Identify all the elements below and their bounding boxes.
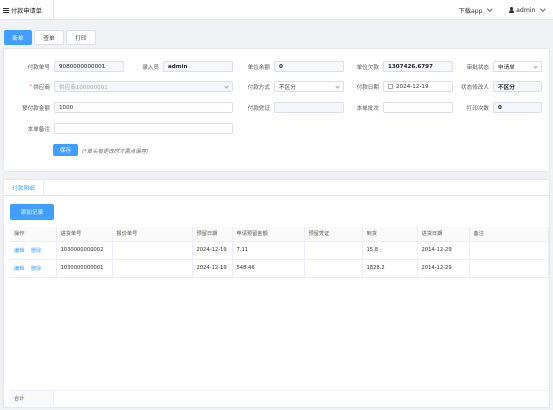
- review-button[interactable]: 查单: [34, 30, 64, 45]
- row-actions: 编辑 删除: [10, 259, 57, 278]
- cell-arrival: 1828.2: [362, 259, 418, 278]
- user-name: admin: [516, 6, 536, 14]
- col-header-purchase-date: 进货日期: [417, 227, 470, 242]
- details-table: 操作 进货单号 报价单号 预留日期 申请预留金额 预留凭证 到货 进货日期 备注…: [10, 227, 549, 278]
- batch-label: 本单批次: [356, 105, 379, 112]
- delete-link[interactable]: 删除: [31, 248, 41, 254]
- cell-reserve-date: 2024-12-19: [192, 241, 233, 260]
- pay-date-label: 付款日期: [356, 84, 379, 91]
- cell-amount: 7.11: [232, 241, 305, 260]
- print-count-label: 打印次数: [466, 105, 489, 112]
- col-header-note: 备注: [469, 227, 549, 242]
- save-note: (*单头有更改时才需点保存): [82, 149, 149, 155]
- top-bar: 付款申请单 下载app admin: [0, 0, 553, 20]
- cell-quote-no: [112, 241, 193, 260]
- cell-voucher: [304, 241, 363, 260]
- pay-method-select[interactable]: 不区分: [274, 81, 344, 92]
- download-app-label: 下载app: [458, 7, 483, 15]
- chevron-down-icon: [486, 6, 492, 12]
- table-row: 编辑 删除 1030000000002 2024-12-19 7.11 15.8…: [10, 241, 549, 260]
- summary-label: 合计: [10, 390, 54, 405]
- supplier-label: * 供应商: [8, 81, 50, 92]
- cell-purchase-date: 2014-12-29: [417, 241, 470, 260]
- menu-icon[interactable]: [3, 7, 9, 13]
- tab-payment-details[interactable]: 付款明细: [4, 180, 44, 195]
- chevron-down-icon: [533, 64, 538, 69]
- table-header-row: 操作 进货单号 报价单号 预留日期 申请预留金额 预留凭证 到货 进货日期 备注: [10, 227, 549, 242]
- new-button[interactable]: 新单: [4, 30, 32, 45]
- tab-payment-request[interactable]: 付款申请单: [0, 0, 54, 20]
- chevron-down-icon: [224, 84, 229, 89]
- prepay-amount-label: 预付款金额: [22, 105, 50, 112]
- tab-divider: [4, 195, 549, 196]
- col-header-voucher: 预留凭证: [304, 227, 363, 242]
- remark-label: 本单备注: [27, 126, 50, 133]
- pay-method-value: 不区分: [279, 84, 296, 91]
- payment-no-label: 付款单号: [27, 64, 50, 71]
- cell-purchase-date: 2014-12-29: [417, 259, 470, 278]
- row-actions: 编辑 删除: [10, 241, 57, 260]
- delete-link[interactable]: 删除: [31, 266, 41, 272]
- unit-due-label: 单位欠款: [356, 64, 379, 71]
- cell-purchase-no: 1030000000002: [56, 241, 113, 260]
- payment-no-field: 9080000000001: [54, 61, 124, 72]
- unit-due-field: 1307426.6797: [383, 61, 453, 72]
- pay-voucher-field: [274, 102, 344, 113]
- supplier-placeholder: 供应商100000001: [59, 84, 108, 91]
- summary-divider: [10, 390, 548, 391]
- required-mark: *: [29, 83, 33, 90]
- cell-quote-no: [112, 259, 193, 278]
- chevron-down-icon: [539, 6, 545, 12]
- remark-input[interactable]: [54, 123, 233, 134]
- prepay-amount-input[interactable]: 1000: [54, 102, 233, 113]
- print-button[interactable]: 打印: [66, 30, 96, 45]
- cell-purchase-no: 1030000000001: [56, 259, 113, 278]
- cell-arrival: 15.8: [362, 241, 418, 260]
- entry-person-label: 录入员: [142, 64, 159, 71]
- review-status-value: 申请单: [498, 64, 515, 71]
- status-modifier-field: 不区分: [493, 81, 542, 92]
- top-right-menu: 下载app admin: [450, 0, 553, 20]
- status-modifier-label: 状态修改人: [461, 84, 489, 91]
- pay-voucher-label: 付款凭证: [247, 105, 270, 112]
- cell-note: [469, 259, 549, 278]
- batch-input[interactable]: [383, 102, 453, 113]
- supplier-select[interactable]: 供应商100000001: [54, 81, 233, 92]
- unit-balance-field: 0: [274, 61, 344, 72]
- tab-title-label: 付款申请单: [11, 7, 42, 15]
- col-header-purchase-no: 进货单号: [56, 227, 113, 242]
- details-card: [3, 179, 550, 408]
- user-menu[interactable]: admin: [500, 7, 553, 14]
- edit-link[interactable]: 编辑: [14, 266, 24, 272]
- entry-person-field: admin: [163, 61, 233, 72]
- save-button[interactable]: 保存: [53, 144, 78, 156]
- col-header-reserve-date: 预留日期: [192, 227, 233, 242]
- col-header-action: 操作: [10, 227, 57, 242]
- print-count-field: 0: [493, 102, 542, 113]
- pay-date-value: 2024-12-19: [396, 83, 429, 90]
- col-header-amount: 申请预留金额: [232, 227, 305, 242]
- cell-note: [469, 241, 549, 260]
- download-app-menu[interactable]: 下载app: [450, 6, 501, 15]
- col-header-quote-no: 报价单号: [112, 227, 193, 242]
- add-record-button[interactable]: 添加记录: [10, 204, 54, 220]
- supplier-label-text: 供应商: [33, 84, 50, 91]
- pay-date-picker[interactable]: 2024-12-19: [383, 81, 453, 92]
- table-row: 编辑 删除 1030000000001 2024-12-19 548.46 18…: [10, 259, 549, 278]
- user-icon: [509, 7, 515, 13]
- pay-method-label: 付款方式: [247, 84, 270, 91]
- col-header-arrival: 到货: [362, 227, 418, 242]
- cell-voucher: [304, 259, 363, 278]
- cell-amount: 548.46: [232, 259, 305, 278]
- calendar-icon: [388, 84, 393, 89]
- review-status-select[interactable]: 申请单: [493, 61, 542, 72]
- unit-balance-label: 单位余额: [247, 64, 270, 71]
- cell-reserve-date: 2024-12-19: [192, 259, 233, 278]
- chevron-down-icon: [335, 84, 340, 89]
- review-status-label: 审批状态: [466, 64, 489, 71]
- edit-link[interactable]: 编辑: [14, 248, 24, 254]
